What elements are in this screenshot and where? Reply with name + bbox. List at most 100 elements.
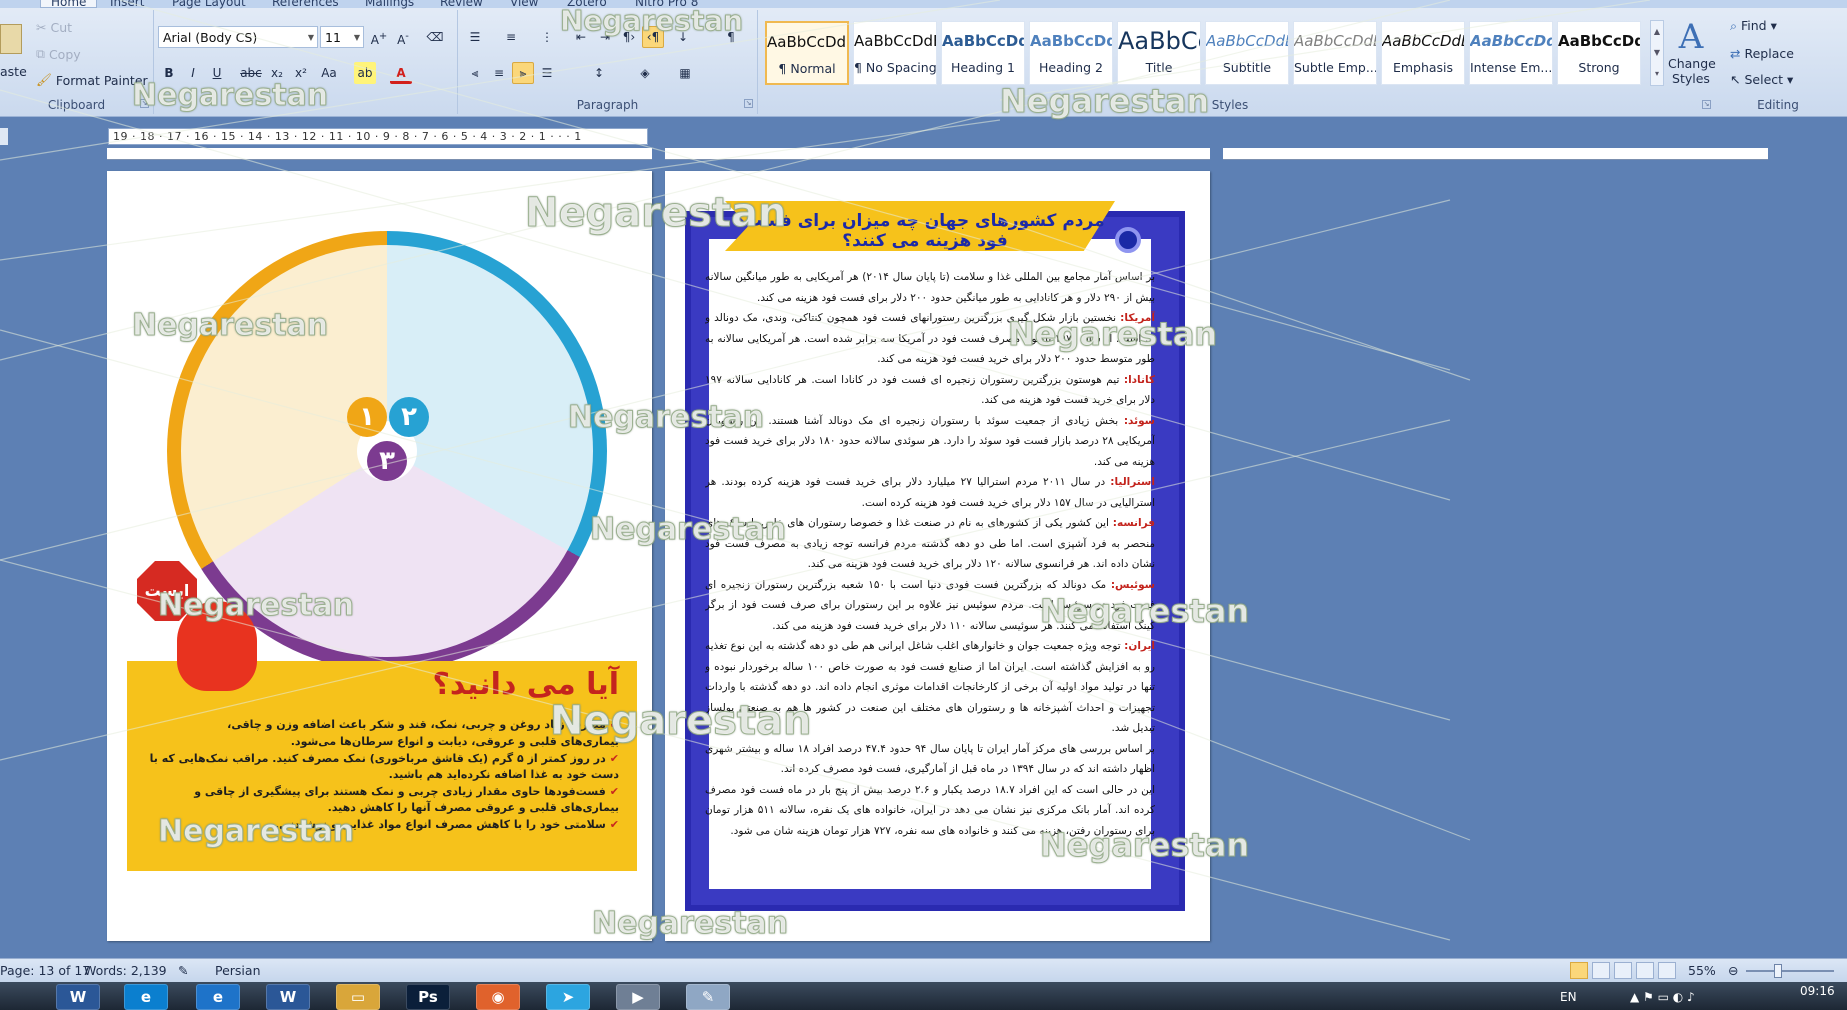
ie-taskbar-icon[interactable]: e: [124, 984, 168, 1010]
highlight-color-button[interactable]: ab: [354, 62, 376, 84]
style-no-spacing[interactable]: AaBbCcDdEe¶ No Spacing: [853, 21, 937, 85]
tab-selector[interactable]: [0, 128, 8, 145]
photoshop-taskbar-icon[interactable]: Ps: [406, 984, 450, 1010]
zoom-slider-thumb[interactable]: [1774, 964, 1782, 978]
increase-indent-button[interactable]: ⇥: [594, 26, 616, 48]
style-subtitle[interactable]: AaBbCcDdEeSubtitle: [1205, 21, 1289, 85]
zoom-slider[interactable]: [1746, 970, 1834, 972]
style-emphasis[interactable]: AaBbCcDdEeEmphasis: [1381, 21, 1465, 85]
shrink-font-button[interactable]: A-: [392, 26, 414, 48]
tab-home[interactable]: Home: [40, 0, 98, 9]
styles-gallery-scroll[interactable]: ▲ ▼ ▾: [1650, 20, 1664, 86]
clock[interactable]: 09:16: [1800, 984, 1835, 998]
previous-page-bottom: [665, 148, 1210, 160]
ltr-button[interactable]: ¶›: [618, 26, 640, 48]
word-document-taskbar-icon[interactable]: W: [266, 984, 310, 1010]
article-body[interactable]: بر اساس آمار مجامع بین المللی غذا و سلام…: [705, 267, 1155, 897]
tab-nitro[interactable]: Nitro Pro 8: [635, 0, 698, 9]
grow-font-button[interactable]: A+: [368, 26, 390, 48]
chevron-down-icon[interactable]: ▼: [1651, 42, 1663, 63]
superscript-button[interactable]: x²: [290, 62, 312, 84]
style-heading-2[interactable]: AaBbCcDdEeHeading 2: [1029, 21, 1113, 85]
select-button[interactable]: ↖ Select ▾: [1730, 72, 1793, 87]
chevron-up-icon[interactable]: ▲: [1651, 21, 1663, 42]
clipboard-group-label: Clipboard: [47, 98, 106, 112]
line-spacing-button[interactable]: ↕: [588, 62, 610, 84]
multilevel-list-button[interactable]: ⋮: [536, 26, 558, 48]
tab-review[interactable]: Review: [440, 0, 483, 9]
input-language-indicator[interactable]: EN: [1560, 990, 1577, 1004]
style-intense-emphasis[interactable]: AaBbCcDdEeIntense Em...: [1469, 21, 1553, 85]
strikethrough-button[interactable]: abc: [240, 62, 262, 84]
tab-insert[interactable]: Insert: [110, 0, 144, 9]
page-article[interactable]: مردم کشورهای جهان چه میزان برای فست فود …: [665, 171, 1210, 941]
align-center-button[interactable]: ≡: [488, 62, 510, 84]
web-layout-button[interactable]: [1614, 962, 1632, 979]
show-formatting-button[interactable]: ¶: [720, 26, 742, 48]
word-count[interactable]: Words: 2,139: [84, 963, 167, 978]
underline-button[interactable]: U: [206, 62, 228, 84]
style-heading-1[interactable]: AaBbCcDdEeHeading 1: [941, 21, 1025, 85]
copy-button[interactable]: ⧉ Copy: [36, 46, 81, 62]
clipboard-dialog-launcher[interactable]: ↘: [140, 99, 149, 108]
italic-button[interactable]: I: [182, 62, 204, 84]
change-styles-button[interactable]: A Change Styles: [1668, 18, 1716, 86]
align-left-button[interactable]: ⫷: [464, 62, 486, 84]
outline-view-button[interactable]: [1636, 962, 1654, 979]
paste-button[interactable]: aste: [0, 64, 27, 79]
style-title[interactable]: AaBbCcDdETitle: [1117, 21, 1201, 85]
find-button[interactable]: ⌕ Find ▾: [1730, 18, 1777, 34]
numbering-button[interactable]: ≡: [500, 26, 522, 48]
font-name-combo[interactable]: Arial (Body CS) ▼: [158, 26, 318, 48]
change-case-button[interactable]: Aa: [318, 62, 340, 84]
system-tray-icons[interactable]: ▲ ⚑ ▭ ◐ ♪: [1630, 990, 1695, 1004]
tab-zotero[interactable]: Zotero: [567, 0, 607, 9]
full-screen-reading-button[interactable]: [1592, 962, 1610, 979]
tab-mailings[interactable]: Mailings: [365, 0, 414, 9]
tab-view[interactable]: View: [510, 0, 538, 9]
word-taskbar-icon[interactable]: W: [56, 984, 100, 1010]
did-you-know-bullets: ✔مصرف زیاد روغن و چربی، نمک، قند و شکر ب…: [139, 717, 619, 834]
paste-icon[interactable]: [0, 24, 22, 54]
draft-view-button[interactable]: [1658, 962, 1676, 979]
folder-taskbar-icon[interactable]: ▭: [336, 984, 380, 1010]
justify-button[interactable]: ☰: [536, 62, 558, 84]
replace-button[interactable]: ⇄ Replace: [1730, 46, 1794, 61]
paint-taskbar-icon[interactable]: ✎: [686, 984, 730, 1010]
tab-references[interactable]: References: [272, 0, 339, 9]
wheel-number-3: ۳: [367, 441, 407, 481]
print-layout-view-button[interactable]: [1570, 962, 1588, 979]
rtl-button[interactable]: ‹¶: [642, 26, 664, 48]
cut-button[interactable]: ✂ Cut: [36, 20, 72, 35]
borders-button[interactable]: ▦: [674, 62, 696, 84]
zoom-out-button[interactable]: ⊖: [1728, 963, 1738, 978]
decrease-indent-button[interactable]: ⇤: [570, 26, 592, 48]
horizontal-ruler[interactable]: 19 · 18 · 17 · 16 · 15 · 14 · 13 · 12 · …: [108, 128, 648, 145]
style-strong[interactable]: AaBbCcDdEeStrong: [1557, 21, 1641, 85]
tab-page-layout[interactable]: Page Layout: [172, 0, 246, 9]
telegram-taskbar-icon[interactable]: ➤: [546, 984, 590, 1010]
bullets-button[interactable]: ☰: [464, 26, 486, 48]
bold-button[interactable]: B: [158, 62, 180, 84]
shading-button[interactable]: ◈: [634, 62, 656, 84]
language-indicator[interactable]: Persian: [215, 963, 261, 978]
style-normal[interactable]: AaBbCcDdEe¶ Normal: [765, 21, 849, 85]
clear-formatting-button[interactable]: ⌫: [424, 26, 446, 48]
browser-taskbar-icon[interactable]: e: [196, 984, 240, 1010]
format-painter-button[interactable]: 🖌 Format Painter: [36, 72, 148, 88]
subscript-button[interactable]: x₂: [266, 62, 288, 84]
proofing-icon[interactable]: ✎: [178, 963, 188, 978]
more-icon[interactable]: ▾: [1651, 63, 1663, 84]
page-count[interactable]: Page: 13 of 17: [0, 963, 90, 978]
font-size-combo[interactable]: 11 ▼: [320, 26, 364, 48]
styles-dialog-launcher[interactable]: ↘: [1702, 100, 1711, 109]
sort-button[interactable]: ↓: [672, 26, 694, 48]
paragraph-dialog-launcher[interactable]: ↘: [744, 99, 753, 108]
align-right-button[interactable]: ⫸: [512, 62, 534, 84]
firefox-taskbar-icon[interactable]: ◉: [476, 984, 520, 1010]
zoom-level[interactable]: 55%: [1688, 963, 1716, 978]
font-color-button[interactable]: A: [390, 62, 412, 84]
style-subtle-emphasis[interactable]: AaBbCcDdEeSubtle Emp...: [1293, 21, 1377, 85]
media-player-taskbar-icon[interactable]: ▶: [616, 984, 660, 1010]
page-poster[interactable]: ۱ ۲ ۳ آیا می دانید؟ ✔مصرف زیاد روغن و چر…: [107, 171, 652, 941]
